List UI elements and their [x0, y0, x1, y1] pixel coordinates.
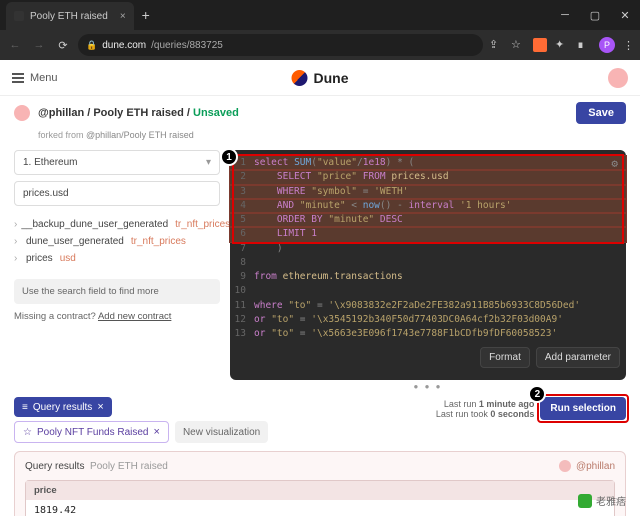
schema-search-input[interactable]	[14, 181, 220, 206]
tab-icon: ☆	[23, 427, 32, 438]
editor-column: 1 ⚙ 1select SUM("value"/1e18) * (2 SELEC…	[230, 150, 626, 393]
browser-toolbar: ← → ⟳ 🔒 dune.com/queries/883725 P ⋮	[0, 30, 640, 60]
new-tab-button[interactable]: +	[142, 7, 150, 23]
tab-close-icon[interactable]: ×	[97, 401, 103, 413]
nav-forward-icon: →	[30, 39, 48, 51]
fork-link[interactable]: @phillan/Pooly ETH raised	[86, 130, 194, 140]
tab-query-results[interactable]: ≡ Query results ×	[14, 397, 112, 417]
sql-editor[interactable]: ⚙ 1select SUM("value"/1e18) * (2 SELECT …	[230, 150, 626, 380]
extension-icon[interactable]	[533, 38, 547, 52]
add-contract-hint: Missing a contract? Add new contract	[14, 304, 220, 329]
lock-icon: 🔒	[86, 40, 97, 51]
tab-viz-1[interactable]: ☆ Pooly NFT Funds Raised ×	[14, 421, 169, 443]
breadcrumb-status: Unsaved	[193, 107, 239, 119]
hamburger-icon	[12, 73, 24, 83]
browser-menu-icon[interactable]: ⋮	[623, 39, 634, 52]
app-header: Menu Dune	[0, 60, 640, 96]
add-parameter-button[interactable]: Add parameter	[536, 347, 620, 368]
window-titlebar: Pooly ETH raised × + ─ ▢ ✕	[0, 0, 640, 30]
address-bar[interactable]: 🔒 dune.com/queries/883725	[78, 34, 483, 56]
menu-label: Menu	[30, 72, 58, 84]
code-line[interactable]: 10	[230, 284, 626, 298]
tab-icon: ≡	[22, 402, 28, 413]
profile-avatar[interactable]: P	[599, 37, 615, 53]
code-line[interactable]: 1select SUM("value"/1e18) * (	[230, 156, 626, 170]
editor-footer: Format Add parameter	[230, 341, 626, 374]
result-header: Query results Pooly ETH raised @phillan	[25, 460, 615, 472]
share-icon[interactable]	[489, 38, 503, 52]
code-line[interactable]: 9from ethereum.transactions	[230, 270, 626, 284]
search-hint: Use the search field to find more	[14, 279, 220, 304]
code-line[interactable]: 3 WHERE "symbol" = 'WETH'	[230, 185, 626, 199]
tab-favicon	[14, 11, 24, 21]
breadcrumb-owner[interactable]: @phillan	[38, 107, 84, 119]
result-title: Query results Pooly ETH raised	[25, 461, 168, 472]
nav-back-icon[interactable]: ←	[6, 39, 24, 51]
run-button-wrap: 2 Run selection	[540, 397, 626, 420]
code-line[interactable]: 2 SELECT "price" FROM prices.usd	[230, 170, 626, 184]
run-selection-button[interactable]: Run selection	[540, 397, 626, 420]
url-host: dune.com	[102, 40, 146, 51]
add-contract-link[interactable]: Add new contract	[98, 311, 171, 322]
url-path: /queries/883725	[151, 40, 223, 51]
tab-close-icon[interactable]: ×	[120, 11, 126, 22]
minimize-button[interactable]: ─	[550, 9, 580, 22]
code-line[interactable]: 12or "to" = '\x3545192b340F50d77403DC0A6…	[230, 313, 626, 327]
schema-explorer: 1. Ethereum __backup_dune_user_generated…	[14, 150, 220, 393]
annotation-marker-1: 1	[220, 148, 238, 166]
tab-title: Pooly ETH raised	[30, 11, 108, 22]
breadcrumb-title[interactable]: Pooly ETH raised	[93, 107, 183, 119]
cell-value: 1819.42	[26, 500, 614, 516]
viz-tabs-row: ≡ Query results × ☆ Pooly NFT Funds Rais…	[0, 393, 640, 443]
editor-settings-icon[interactable]: ⚙	[611, 156, 618, 173]
split-handle[interactable]: ● ● ●	[230, 382, 626, 391]
code-line[interactable]: 8	[230, 256, 626, 270]
schema-tree-row[interactable]: prices usd	[14, 250, 220, 267]
result-table: price 1819.42	[25, 480, 615, 516]
brand-logo-icon	[292, 70, 308, 86]
code-line[interactable]: 13or "to" = '\x5663e3E096f1743e7788F1bCD…	[230, 327, 626, 341]
format-button[interactable]: Format	[480, 347, 530, 368]
watermark-icon	[578, 494, 592, 508]
tab-close-icon[interactable]: ×	[154, 426, 160, 438]
owner-avatar[interactable]	[14, 105, 30, 121]
code-line[interactable]: 11where "to" = '\x9083832e2F2aDe2FE382a9…	[230, 299, 626, 313]
breadcrumb: @phillan / Pooly ETH raised / Unsaved	[38, 107, 239, 119]
result-card: Query results Pooly ETH raised @phillan …	[14, 451, 626, 516]
editor-panel: 1 ⚙ 1select SUM("value"/1e18) * (2 SELEC…	[230, 150, 626, 380]
brand[interactable]: Dune	[292, 70, 349, 86]
query-header: @phillan / Pooly ETH raised / Unsaved Sa…	[0, 96, 640, 130]
bookmark-icon[interactable]	[511, 38, 525, 52]
extension-icons: P ⋮	[489, 37, 634, 53]
user-avatar[interactable]	[608, 68, 628, 88]
code-line[interactable]: 6 LIMIT 1	[230, 227, 626, 241]
window-controls: ─ ▢ ✕	[550, 9, 640, 22]
code-line[interactable]: 7 )	[230, 242, 626, 256]
column-header[interactable]: price	[26, 481, 614, 500]
owner-avatar-small	[559, 460, 571, 472]
workarea: 1. Ethereum __backup_dune_user_generated…	[0, 146, 640, 393]
maximize-button[interactable]: ▢	[580, 9, 610, 22]
brand-name: Dune	[314, 70, 349, 86]
fork-info: forked from @phillan/Pooly ETH raised	[0, 130, 640, 146]
close-button[interactable]: ✕	[610, 9, 640, 22]
page-content: Menu Dune @phillan / Pooly ETH raised / …	[0, 60, 640, 516]
new-visualization-button[interactable]: New visualization	[175, 421, 268, 443]
run-info: Last run 1 minute ago Last run took 0 se…	[436, 397, 535, 419]
code-line[interactable]: 4 AND "minute" < now() - interval '1 hou…	[230, 199, 626, 213]
schema-tree-row[interactable]: __backup_dune_user_generated tr_nft_pric…	[14, 216, 220, 233]
dataset-value: 1. Ethereum	[23, 157, 77, 168]
result-owner[interactable]: @phillan	[559, 460, 615, 472]
schema-tree-row[interactable]: dune_user_generated tr_nft_prices	[14, 233, 220, 250]
nav-reload-icon[interactable]: ⟳	[54, 39, 72, 52]
schema-tree: __backup_dune_user_generated tr_nft_pric…	[14, 216, 220, 267]
watermark: 老雅痞	[578, 493, 626, 508]
extensions-menu-icon[interactable]	[555, 38, 569, 52]
browser-tab[interactable]: Pooly ETH raised ×	[6, 2, 134, 30]
save-button[interactable]: Save	[576, 102, 626, 124]
code-line[interactable]: 5 ORDER BY "minute" DESC	[230, 213, 626, 227]
dataset-select[interactable]: 1. Ethereum	[14, 150, 220, 175]
menu-button[interactable]: Menu	[12, 72, 58, 84]
apps-icon[interactable]	[577, 38, 591, 52]
